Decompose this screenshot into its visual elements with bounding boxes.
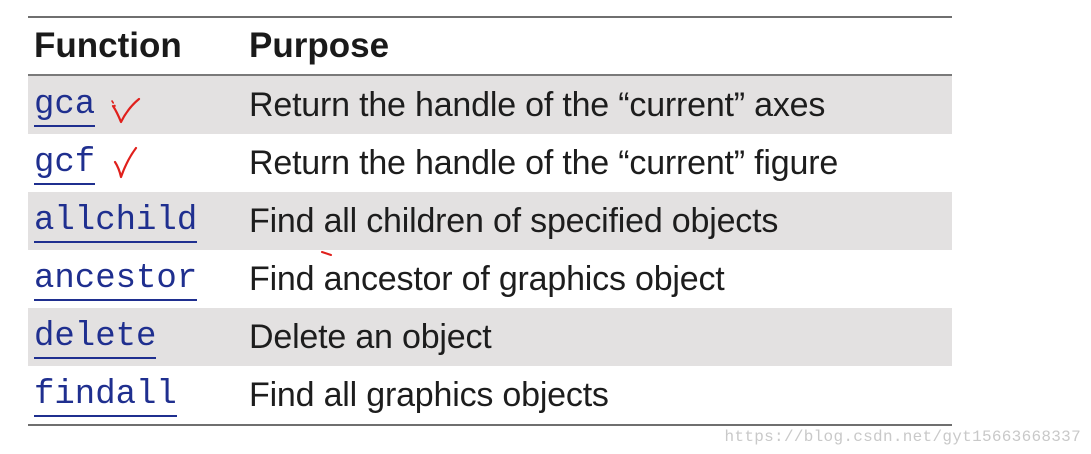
function-link-gca[interactable]: gca [34,86,96,127]
header-function: Function [34,26,182,65]
purpose-text: Delete an object [249,317,492,356]
header-purpose: Purpose [249,26,390,65]
function-table: Function Purpose gca Return the handle o… [28,16,952,426]
table-row: findall Find all graphics objects [28,366,952,424]
function-link-ancestor[interactable]: ancestor [34,260,198,301]
table-row: delete Delete an object [28,308,952,366]
red-checkmark-icon [113,146,138,179]
purpose-text: Return the handle of the “current” axes [249,85,826,124]
purpose-text: Return the handle of the “current” figur… [249,143,839,182]
table-row: gcf Return the handle of the “current” f… [28,134,952,192]
table-row: allchild Find all children of specified … [28,192,952,250]
function-link-gcf[interactable]: gcf [34,144,96,185]
function-link-delete[interactable]: delete [34,318,157,359]
purpose-text: Find all children of specified objects [249,201,779,240]
purpose-text: Find all graphics objects [249,375,609,414]
function-link-findall[interactable]: findall [34,376,177,417]
table-header: Function Purpose [28,18,952,76]
table-bottom-rule [28,424,952,426]
purpose-text: Find ancestor of graphics object [249,259,725,298]
red-dash-mark-icon [321,251,332,256]
watermark-text: https://blog.csdn.net/gyt15663668337 [724,428,1081,446]
table-row: ancestor Find ancestor of graphics objec… [28,250,952,308]
red-checkmark-icon [111,97,141,124]
table-row: gca Return the handle of the “current” a… [28,76,952,134]
function-link-allchild[interactable]: allchild [34,202,198,243]
